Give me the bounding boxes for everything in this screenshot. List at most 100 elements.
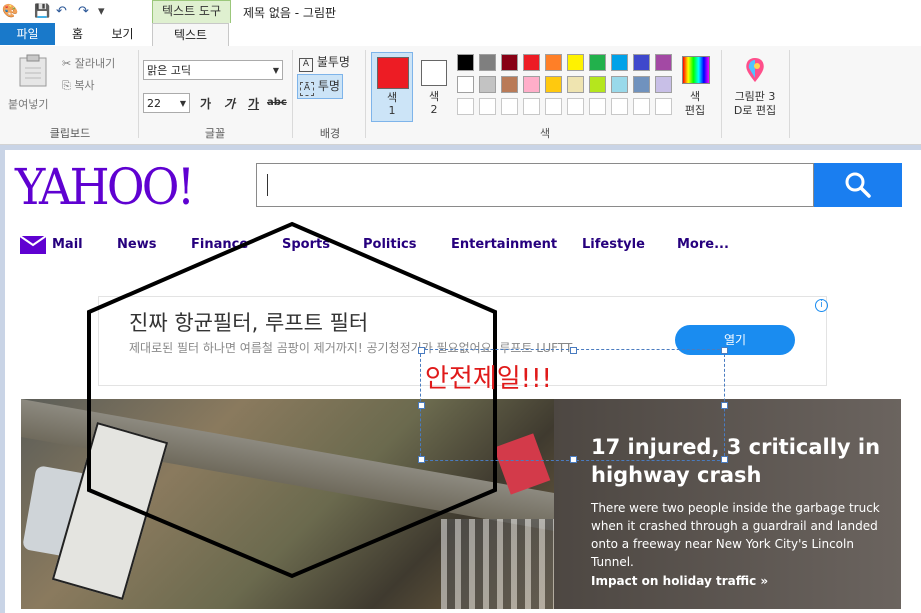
custom-color-slot[interactable] bbox=[655, 98, 672, 115]
resize-handle[interactable] bbox=[721, 347, 728, 354]
cut-button[interactable]: ✂ 잘라내기 bbox=[62, 55, 115, 71]
strikethrough-button[interactable]: abc bbox=[267, 97, 287, 108]
color-swatch[interactable] bbox=[479, 54, 496, 71]
nav-finance: Finance bbox=[191, 237, 249, 252]
transparent-icon: A bbox=[300, 82, 314, 96]
color-swatch[interactable] bbox=[545, 54, 562, 71]
font-size-select[interactable]: 22 ▼ bbox=[143, 93, 190, 113]
paste-label: 붙여넣기 bbox=[8, 98, 49, 111]
nav-news: News bbox=[117, 237, 157, 252]
color-swatch[interactable] bbox=[567, 76, 584, 93]
search-icon bbox=[845, 172, 871, 198]
save-icon[interactable]: 💾 bbox=[34, 4, 50, 19]
resize-handle[interactable] bbox=[418, 456, 425, 463]
opaque-button[interactable]: A 불투명 bbox=[299, 53, 350, 72]
color-swatch[interactable] bbox=[501, 76, 518, 93]
color-swatch[interactable] bbox=[457, 54, 474, 71]
underline-button[interactable]: 가 bbox=[248, 95, 259, 112]
custom-color-slot[interactable] bbox=[589, 98, 606, 115]
font-size-value: 22 bbox=[147, 97, 161, 110]
group-label-colors: 색 bbox=[539, 127, 551, 140]
custom-color-slot[interactable] bbox=[523, 98, 540, 115]
color-swatch[interactable] bbox=[589, 54, 606, 71]
resize-handle[interactable] bbox=[570, 347, 577, 354]
yahoo-logo: YAHOO! bbox=[15, 158, 195, 216]
redo-icon[interactable]: ↷ bbox=[78, 4, 89, 19]
opaque-icon: A bbox=[299, 58, 313, 72]
color-swatch[interactable] bbox=[655, 76, 672, 93]
paint3d-button[interactable]: 그림판 3 D로 편집 bbox=[726, 54, 784, 120]
custom-color-slot[interactable] bbox=[567, 98, 584, 115]
tab-text[interactable]: 텍스트 bbox=[152, 23, 229, 47]
color-swatch[interactable] bbox=[457, 76, 474, 93]
color-swatch[interactable] bbox=[523, 76, 540, 93]
transparent-label: 투명 bbox=[317, 79, 340, 93]
color-swatch[interactable] bbox=[501, 54, 518, 71]
drawing-canvas[interactable]: YAHOO! Mail News Finance Sports Politics… bbox=[5, 150, 921, 613]
paint3d-icon bbox=[746, 58, 764, 82]
custom-color-slot[interactable] bbox=[479, 98, 496, 115]
tab-file[interactable]: 파일 bbox=[0, 23, 55, 45]
custom-color-slot[interactable] bbox=[545, 98, 562, 115]
resize-handle[interactable] bbox=[570, 456, 577, 463]
nav-mail: Mail bbox=[52, 237, 83, 252]
opaque-label: 불투명 bbox=[316, 55, 350, 69]
custom-color-slot[interactable] bbox=[457, 98, 474, 115]
separator bbox=[721, 50, 722, 138]
undo-icon[interactable]: ↶ bbox=[56, 4, 67, 19]
story-summary: There were two people inside the garbage… bbox=[591, 501, 880, 569]
copy-button[interactable]: ⎘ 복사 bbox=[62, 77, 95, 93]
resize-handle[interactable] bbox=[418, 402, 425, 409]
search-input bbox=[256, 163, 814, 207]
font-family-value: 맑은 고딕 bbox=[147, 64, 191, 77]
color2-button[interactable]: 색 2 bbox=[417, 52, 451, 120]
color-swatch[interactable] bbox=[523, 54, 540, 71]
ribbon-tabs: 파일 홈 보기 텍스트 bbox=[0, 23, 921, 47]
resize-handle[interactable] bbox=[418, 347, 425, 354]
paint3d-label: 그림판 3 D로 편집 bbox=[733, 90, 777, 117]
font-family-select[interactable]: 맑은 고딕 ▼ bbox=[143, 60, 283, 80]
color-spectrum-icon bbox=[682, 56, 710, 84]
color-swatch[interactable] bbox=[589, 76, 606, 93]
customize-quick-access-icon[interactable]: ▾ bbox=[98, 4, 105, 19]
paste-button[interactable]: 붙여넣기 bbox=[6, 52, 58, 112]
color-swatch[interactable] bbox=[633, 76, 650, 93]
context-tab-text-tools: 텍스트 도구 bbox=[152, 0, 231, 23]
color1-swatch bbox=[377, 57, 409, 89]
edit-colors-label: 색 편집 bbox=[684, 90, 706, 117]
tab-view[interactable]: 보기 bbox=[100, 23, 145, 45]
color-swatch[interactable] bbox=[655, 54, 672, 71]
color-swatch[interactable] bbox=[567, 54, 584, 71]
custom-color-slot[interactable] bbox=[611, 98, 628, 115]
transparent-button[interactable]: A 투명 bbox=[297, 74, 343, 99]
search-button bbox=[814, 163, 902, 207]
color-swatch[interactable] bbox=[479, 76, 496, 93]
resize-handle[interactable] bbox=[721, 402, 728, 409]
ad-info-icon: i bbox=[815, 299, 828, 312]
resize-handle[interactable] bbox=[721, 456, 728, 463]
edit-colors-button[interactable]: 색 편집 bbox=[680, 54, 710, 120]
color-swatch[interactable] bbox=[611, 54, 628, 71]
tab-home[interactable]: 홈 bbox=[55, 23, 100, 45]
nav-entertainment: Entertainment bbox=[451, 237, 558, 252]
separator bbox=[789, 50, 790, 138]
custom-color-slot[interactable] bbox=[633, 98, 650, 115]
copy-icon: ⎘ bbox=[62, 79, 71, 92]
color1-label: 색 1 bbox=[386, 91, 398, 117]
bold-button[interactable]: 가 bbox=[200, 95, 211, 112]
cut-label: 잘라내기 bbox=[74, 57, 116, 70]
color-swatch[interactable] bbox=[633, 54, 650, 71]
color-swatch[interactable] bbox=[611, 76, 628, 93]
custom-color-slot[interactable] bbox=[501, 98, 518, 115]
scissors-icon: ✂ bbox=[62, 57, 72, 70]
italic-button[interactable]: 가 bbox=[224, 95, 235, 112]
overlay-text[interactable]: 안전제일!!! bbox=[425, 358, 552, 395]
ribbon: 붙여넣기 ✂ 잘라내기 ⎘ 복사 클립보드 맑은 고딕 ▼ 22 ▼ 가 가 가 a… bbox=[0, 46, 921, 145]
color-swatch[interactable] bbox=[545, 76, 562, 93]
color1-button[interactable]: 색 1 bbox=[371, 52, 413, 122]
chevron-down-icon: ▼ bbox=[272, 66, 279, 75]
color2-swatch bbox=[421, 60, 447, 86]
window-title: 제목 없음 - 그림판 bbox=[243, 6, 337, 20]
nav-lifestyle: Lifestyle bbox=[582, 237, 645, 252]
paint-app-icon[interactable]: 🎨 bbox=[2, 4, 18, 19]
